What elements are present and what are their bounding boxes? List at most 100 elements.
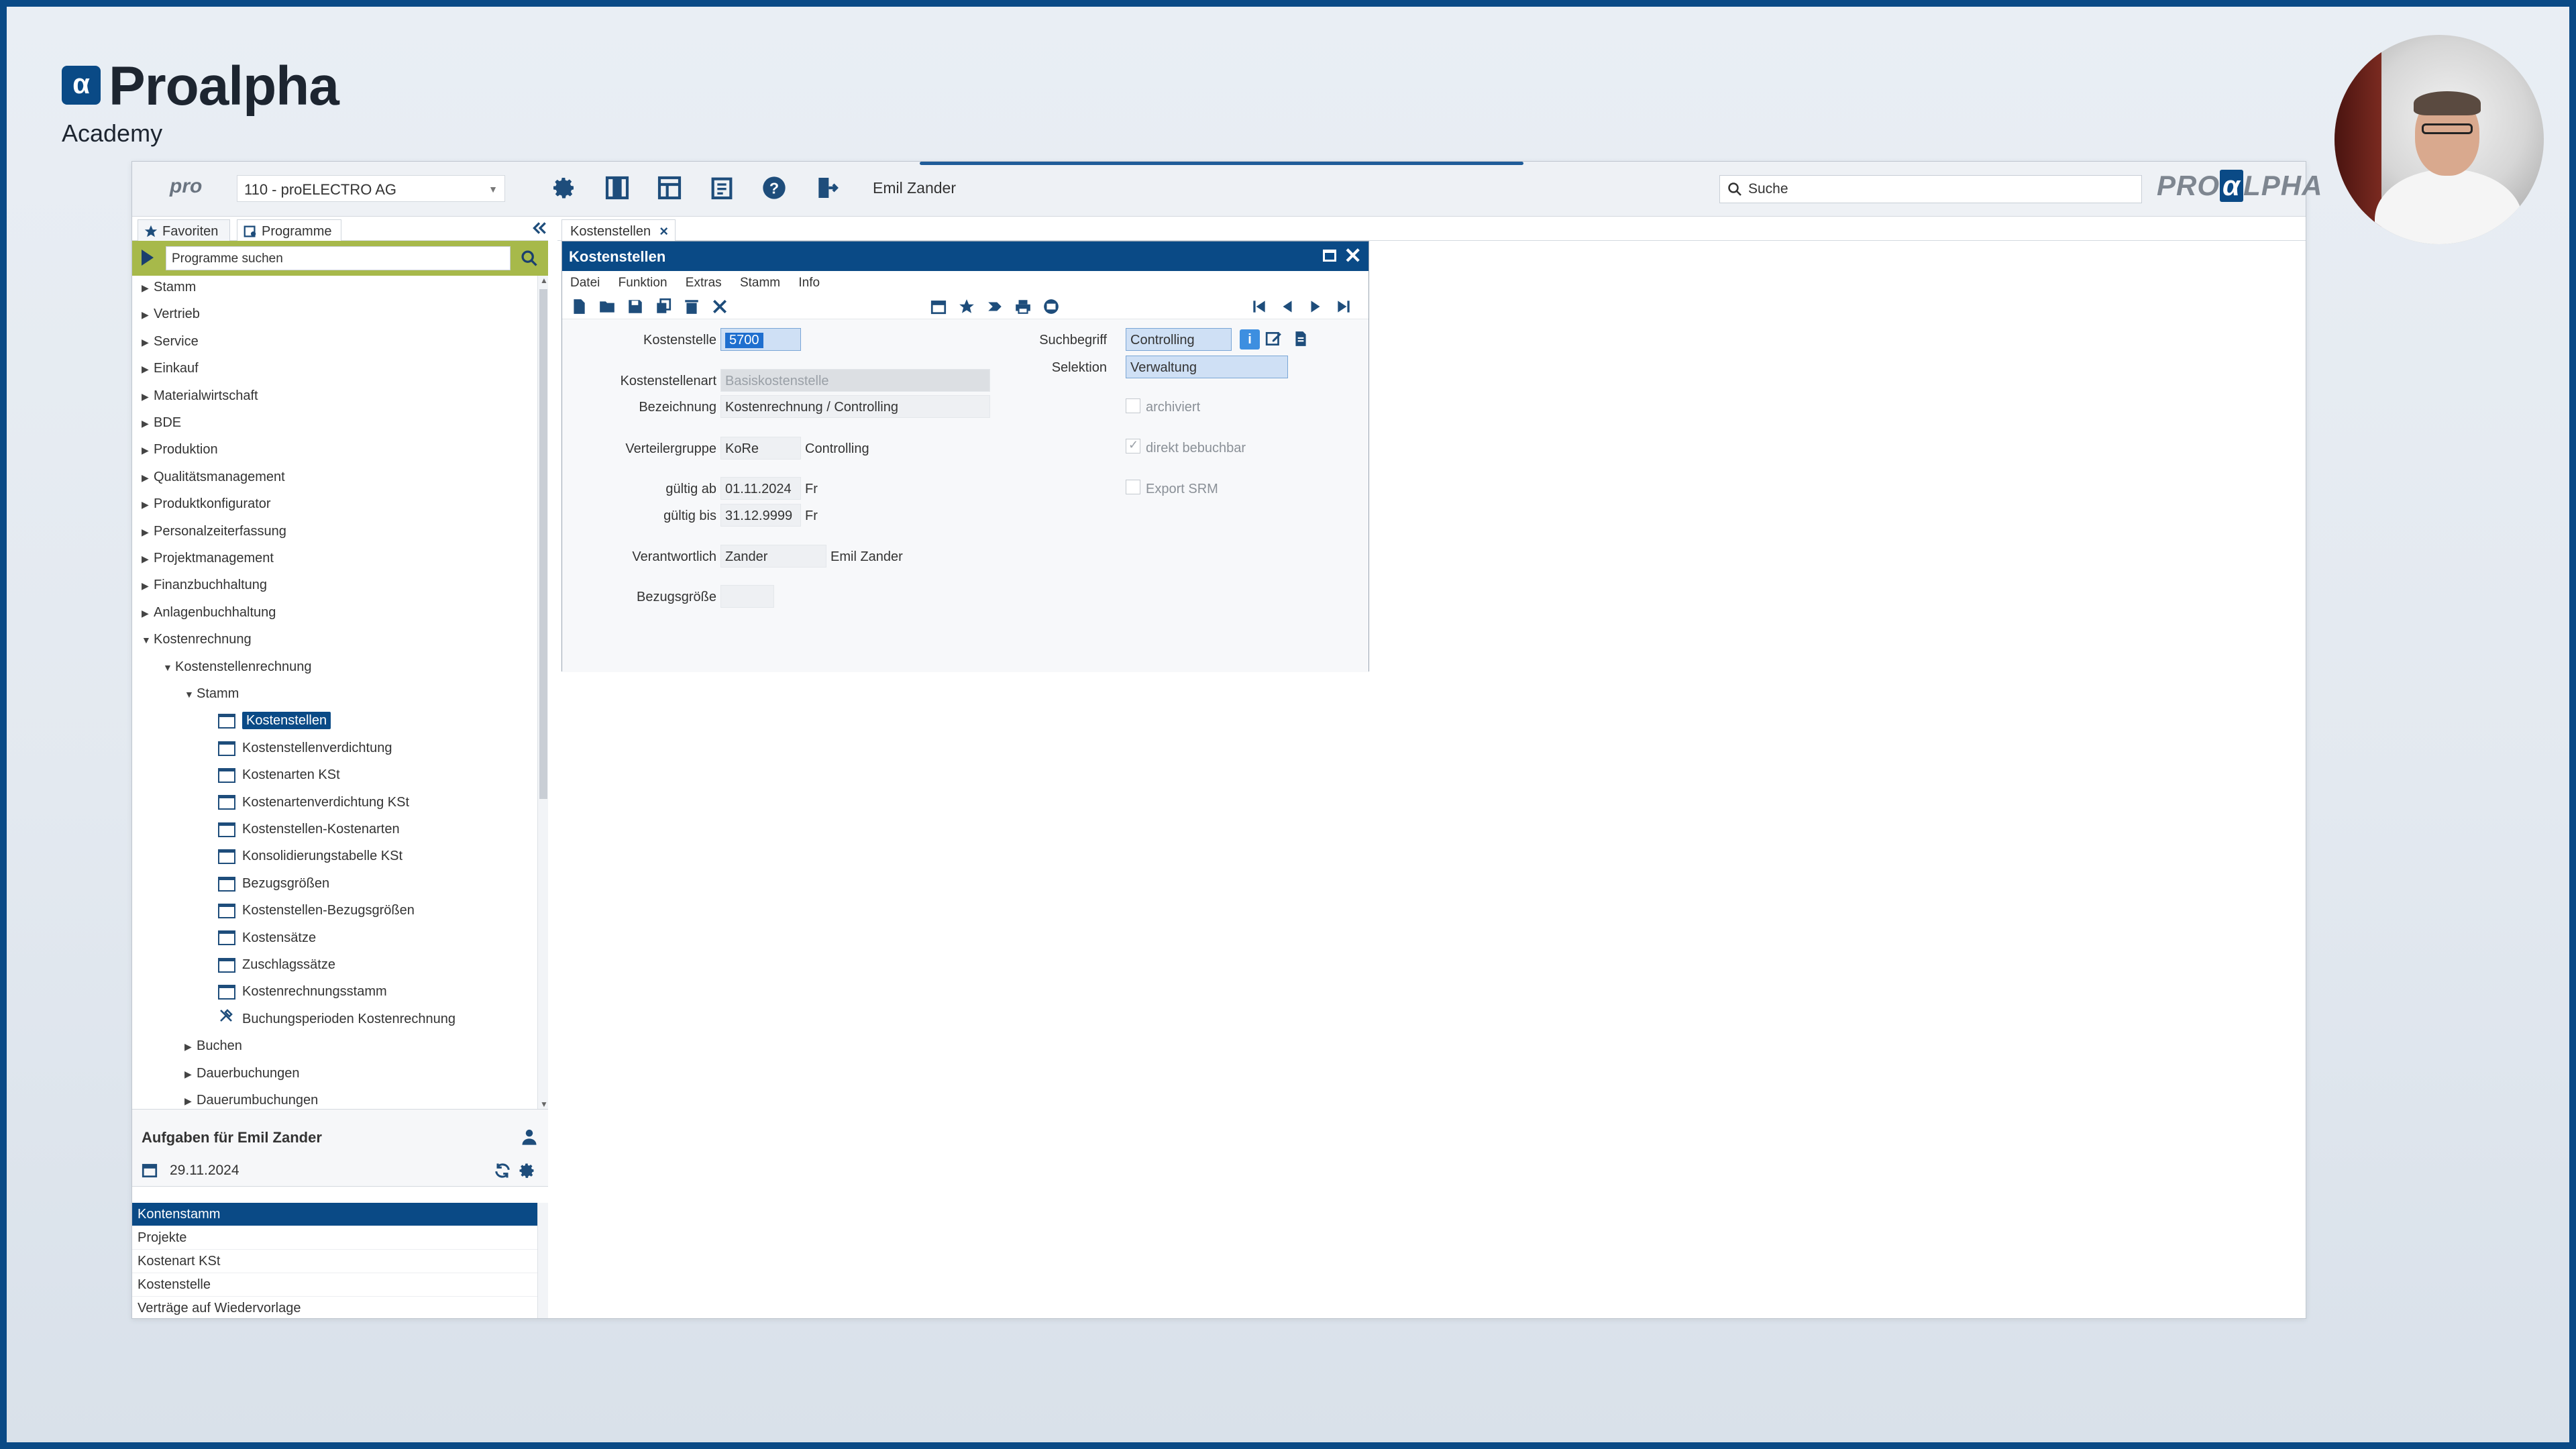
close-icon[interactable]: × [659,223,668,240]
menu-stamm[interactable]: Stamm [740,276,780,290]
tab-kostenstellen[interactable]: Kostenstellen × [561,219,676,241]
task-row[interactable]: Verträge auf Wiedervorlage [132,1297,537,1318]
tree-item[interactable]: ▶ Anlagenbuchhaltung [142,601,276,624]
panel-splitter[interactable] [132,1109,548,1120]
task-row[interactable]: Kontenstamm [132,1203,537,1226]
forward-icon[interactable] [985,297,1005,317]
bezeichnung-input[interactable]: Kostenrechnung / Controlling [720,395,990,418]
direkt-bebuchbar-checkbox[interactable] [1126,438,1140,453]
suchbegriff-input[interactable]: Controlling [1126,328,1232,351]
tree-item[interactable]: ▶ Einkauf [142,357,199,380]
previous-record-icon[interactable] [1277,297,1297,317]
tree-item[interactable]: ▼ Kostenrechnung [142,628,252,651]
tree-item[interactable]: ▶ Stamm [142,276,196,299]
tree-item[interactable]: Kostensätze [218,926,316,949]
first-record-icon[interactable] [1249,297,1269,317]
close-icon[interactable]: ✕ [1344,244,1362,267]
new-document-icon[interactable] [569,297,589,317]
verantwortlich-input[interactable]: Zander [720,545,826,568]
global-search-input[interactable]: Suche [1719,175,2142,203]
collapsed-arrow-icon[interactable]: ▶ [142,331,154,354]
company-selector[interactable]: 110 - proELECTRO AG ▼ [237,175,505,202]
logout-icon[interactable] [811,172,842,203]
collapsed-arrow-icon[interactable]: ▶ [142,385,154,408]
collapsed-arrow-icon[interactable]: ▶ [142,602,154,625]
selektion-input[interactable]: Verwaltung [1126,356,1288,378]
tree-item[interactable]: ▶ Materialwirtschaft [142,384,258,407]
menu-info[interactable]: Info [798,276,820,290]
tree-item[interactable]: ▼ Stamm [184,682,239,705]
tree-item[interactable]: ▶ Service [142,330,199,353]
pro-logo[interactable]: pro [170,175,202,198]
expanded-arrow-icon[interactable]: ▼ [163,656,175,679]
collapsed-arrow-icon[interactable]: ▶ [184,1035,197,1058]
collapsed-arrow-icon[interactable]: ▶ [142,276,154,299]
user-icon[interactable] [520,1128,539,1146]
mail-icon[interactable] [1041,297,1061,317]
scrollbar-thumb[interactable] [539,289,547,799]
collapsed-arrow-icon[interactable]: ▶ [142,493,154,516]
verteilergruppe-input[interactable]: KoRe [720,437,801,460]
collapse-panel-icon[interactable] [531,219,548,237]
tree-item[interactable]: Kostenstellen-Bezugsgrößen [218,899,415,922]
delete-icon[interactable] [682,297,702,317]
tree-item[interactable]: ▶ Buchen [184,1034,242,1057]
save-icon[interactable] [625,297,645,317]
gueltig-ab-input[interactable]: 01.11.2024 [720,477,801,500]
gear-icon[interactable] [548,172,579,203]
tree-item[interactable]: ▶ Produktkonfigurator [142,492,271,515]
tree-item[interactable]: ▶ Produktion [142,438,218,461]
last-record-icon[interactable] [1334,297,1354,317]
collapsed-arrow-icon[interactable]: ▶ [142,466,154,489]
gear-icon[interactable] [517,1161,536,1180]
next-record-icon[interactable] [1305,297,1326,317]
gueltig-bis-input[interactable]: 31.12.9999 [720,504,801,527]
print-icon[interactable] [1013,297,1033,317]
play-icon[interactable] [142,250,154,266]
tree-item[interactable]: ▶ Dauerumbuchungen [184,1089,318,1109]
tree-item[interactable]: ▶ Qualitätsmanagement [142,466,285,488]
tree-item[interactable]: ▶ Dauerbuchungen [184,1062,299,1085]
expanded-arrow-icon[interactable]: ▼ [184,683,197,706]
tree-item[interactable]: ▶ Personalzeiterfassung [142,520,286,543]
tree-item[interactable]: Kostenarten KSt [218,763,340,786]
collapsed-arrow-icon[interactable]: ▶ [184,1089,197,1109]
collapsed-arrow-icon[interactable]: ▶ [184,1063,197,1085]
collapsed-arrow-icon[interactable]: ▶ [142,574,154,597]
collapsed-arrow-icon[interactable]: ▶ [142,358,154,380]
favorite-star-icon[interactable] [957,297,977,317]
tree-item[interactable]: Konsolidierungstabelle KSt [218,845,402,867]
tree-item[interactable]: Bezugsgrößen [218,872,329,895]
program-search-input[interactable]: Programme suchen [166,246,511,270]
task-row[interactable]: Projekte [132,1226,537,1250]
tree-item[interactable]: Buchungsperioden Kostenrechnung [218,1008,455,1030]
tree-item[interactable]: ▶ Vertrieb [142,303,200,325]
tree-scrollbar[interactable]: ▲ ▼ [537,276,548,1109]
search-icon[interactable] [520,249,539,268]
layout-icon[interactable] [654,172,685,203]
tree-item[interactable]: ▶ Projektmanagement [142,547,274,570]
refresh-icon[interactable] [493,1161,512,1180]
collapsed-arrow-icon[interactable]: ▶ [142,521,154,543]
calendar-icon[interactable] [928,297,949,317]
tree-item[interactable]: Zuschlagssätze [218,953,335,976]
tab-favorites[interactable]: Favoriten [138,219,230,241]
help-icon[interactable]: ? [759,172,790,203]
scroll-up-icon[interactable]: ▲ [540,276,548,285]
tree-item[interactable]: Kostenstellen-Kostenarten [218,818,400,841]
document-icon[interactable] [1291,329,1311,349]
menu-datei[interactable]: Datei [570,276,600,290]
scroll-down-icon[interactable]: ▼ [540,1099,548,1109]
tasks-date[interactable]: 29.11.2024 [170,1163,239,1178]
tree-item[interactable]: Kostenrechnungsstamm [218,980,387,1003]
collapsed-arrow-icon[interactable]: ▶ [142,439,154,462]
open-folder-icon[interactable] [597,297,617,317]
menu-extras[interactable]: Extras [686,276,722,290]
collapsed-arrow-icon[interactable]: ▶ [142,303,154,326]
expanded-arrow-icon[interactable]: ▼ [142,629,154,651]
menu-funktion[interactable]: Funktion [619,276,667,290]
info-icon[interactable]: i [1240,329,1260,350]
split-view-icon[interactable] [602,172,633,203]
archiviert-checkbox[interactable] [1126,398,1140,413]
export-srm-checkbox[interactable] [1126,480,1140,494]
